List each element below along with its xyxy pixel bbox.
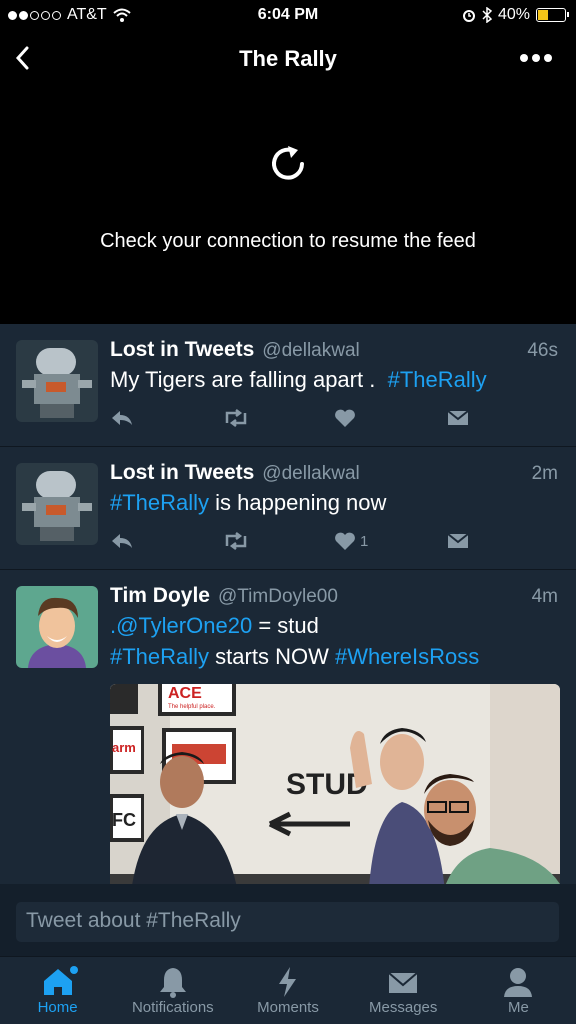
tweet-text: #TheRally is happening now [110,490,387,515]
lightning-icon [279,967,296,997]
tab-label: Home [37,999,78,1016]
author-handle[interactable]: @dellakwal [262,463,359,485]
tweet-time: 4m [531,586,558,607]
compose-input[interactable]: Tweet about #TheRally [16,902,559,942]
author-name[interactable]: Lost in Tweets [110,461,254,485]
tweet-actions: 1 [110,518,558,564]
reply-icon[interactable] [110,409,134,427]
battery-percent: 40% [497,6,530,23]
photo-sign-text: The helpful place. [168,704,216,710]
tweet-item[interactable]: Lost in Tweets @dellakwal 46s My Tigers … [0,324,576,447]
tweet-item[interactable]: Lost in Tweets @dellakwal 2m #TheRally i… [0,447,576,570]
hashtag-link[interactable]: #WhereIsRoss [335,644,479,669]
photo-sign-text: arm [112,740,136,755]
connection-message: Check your connection to resume the feed [100,230,476,252]
avatar[interactable] [16,463,98,545]
tweet-time: 46s [527,340,558,361]
tab-label: Me [507,999,529,1016]
home-icon [43,966,78,995]
page-title: The Rally [239,46,337,71]
tab-messages[interactable]: Messages [346,957,461,1024]
bell-icon [159,968,186,998]
tab-label: Messages [369,999,438,1016]
photo-sign-text: FC [112,810,136,830]
author-name[interactable]: Lost in Tweets [110,338,254,362]
envelope-icon [388,972,418,993]
avatar[interactable] [16,586,98,668]
tweet-actions [110,395,558,441]
tweet-item[interactable]: Tim Doyle @TimDoyle00 4m .@TylerOne20 = … [0,570,576,884]
direct-message-icon[interactable] [446,409,470,427]
retweet-icon[interactable] [222,532,250,550]
tweet-time: 2m [531,463,558,484]
tweet-photo[interactable]: arm FC ACE The helpful place. STUD [110,684,560,884]
direct-message-icon[interactable] [446,532,470,550]
tab-notifications[interactable]: Notifications [115,957,230,1024]
tweet-feed[interactable]: Lost in Tweets @dellakwal 46s My Tigers … [0,324,576,884]
battery-icon [536,8,569,22]
tab-moments[interactable]: Moments [230,957,345,1024]
author-handle[interactable]: @dellakwal [262,340,359,362]
like-icon[interactable] [334,531,356,551]
hashtag-link[interactable]: #TheRally [110,644,209,669]
avatar[interactable] [16,340,98,422]
reload-icon[interactable] [264,140,312,188]
hashtag-link[interactable]: #TheRally [388,367,487,392]
bluetooth-icon [482,7,492,23]
nav-bar: The Rally [0,36,576,82]
status-bar: AT&T 6:04 PM 40% [0,0,576,32]
tweet-text: My Tigers are falling apart . #TheRally [110,367,487,392]
more-options-icon[interactable] [520,54,552,62]
tab-bar: Home Notifications Moments Messages Me [0,956,576,1024]
person-icon [504,968,533,997]
photo-sign-text: ACE [168,685,202,702]
tweet-text: .@TylerOne20 = stud #TheRally starts NOW… [110,613,480,669]
mention-link[interactable]: .@TylerOne20 [110,613,252,638]
tab-home[interactable]: Home [0,957,115,1024]
offline-header: AT&T 6:04 PM 40% The Rally Check your co… [0,0,576,324]
author-handle[interactable]: @TimDoyle00 [218,586,338,608]
tab-me[interactable]: Me [461,957,576,1024]
retweet-icon[interactable] [222,409,250,427]
like-count: 1 [360,532,369,550]
like-icon[interactable] [334,408,356,428]
hashtag-link[interactable]: #TheRally [110,490,209,515]
alarm-icon [462,10,475,22]
compose-bar: Tweet about #TheRally [0,884,576,956]
tab-label: Moments [257,999,319,1016]
author-name[interactable]: Tim Doyle [110,584,210,608]
reply-icon[interactable] [110,532,134,550]
tab-label: Notifications [131,999,214,1016]
